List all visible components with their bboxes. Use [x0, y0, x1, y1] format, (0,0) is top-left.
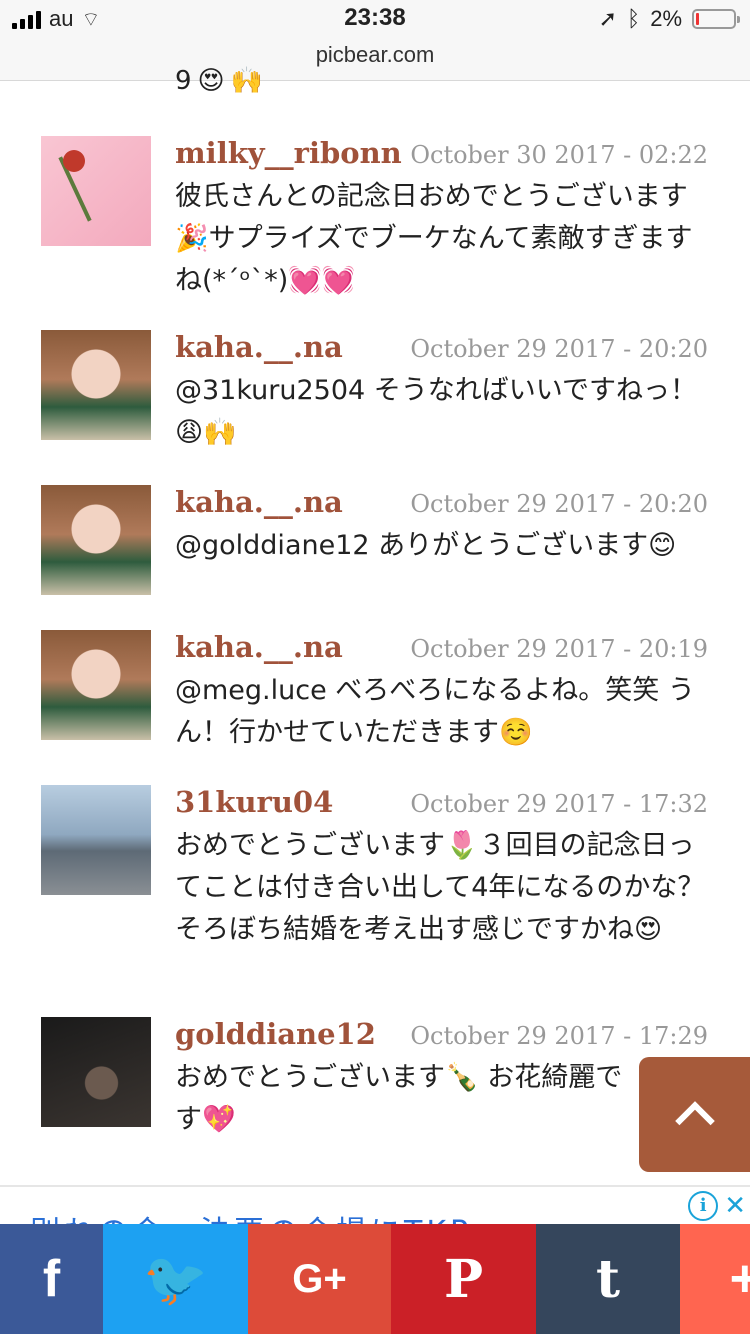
- comment-date: October 29 2017 - 17:29: [410, 1022, 708, 1050]
- scroll-to-top-button[interactable]: [639, 1057, 750, 1172]
- share-bar: f 🐦 G+ P t +: [0, 1224, 750, 1334]
- avatar[interactable]: [41, 1017, 151, 1127]
- share-facebook-button[interactable]: f: [0, 1224, 103, 1334]
- partial-comment: 9 😍 🙌: [175, 66, 263, 96]
- comment-text: おめでとうございます🌷３回目の記念日ってことは付き合い出して4年になるのかな？そ…: [175, 830, 705, 945]
- comment-date: October 29 2017 - 17:32: [410, 790, 708, 818]
- chevron-up-icon: [674, 1100, 715, 1141]
- comment-date: October 30 2017 - 02:22: [410, 141, 708, 169]
- comment-username[interactable]: golddiane12: [175, 1017, 376, 1051]
- comment-meta: golddiane12 October 29 2017 - 17:29: [175, 1017, 708, 1051]
- avatar[interactable]: [41, 330, 151, 440]
- location-icon: ➚: [598, 6, 617, 31]
- comment-text: @meg.luce べろべろになるよね。笑笑 うん！行かせていただきます☺️: [175, 675, 695, 748]
- ad-banner[interactable]: 別れの会、法要の会場にTKP i ✕: [0, 1185, 750, 1227]
- comment-meta: kaha.__.na October 29 2017 - 20:19: [175, 630, 708, 664]
- comment-text: 彼氏さんとの記念日おめでとうございます🎉サプライズでブーケなんて素敵すぎますね(…: [175, 181, 693, 296]
- raised-hands-emoji-icon: 🙌: [230, 66, 264, 96]
- twitter-icon: 🐦: [143, 1250, 208, 1309]
- battery-icon: [692, 9, 740, 29]
- comment-username[interactable]: milky__ribonn: [175, 136, 402, 170]
- facebook-icon: f: [42, 1250, 61, 1308]
- battery-percent: 2%: [650, 6, 682, 31]
- tumblr-icon: t: [595, 1248, 621, 1310]
- google-plus-icon: G+: [292, 1256, 347, 1301]
- more-share-icon: +: [729, 1250, 750, 1308]
- rose-bloom-graphic: [63, 150, 85, 172]
- share-pinterest-button[interactable]: P: [391, 1224, 536, 1334]
- avatar[interactable]: [41, 136, 151, 246]
- ad-close-icon[interactable]: ✕: [724, 1191, 746, 1221]
- comment-meta: kaha.__.na October 29 2017 - 20:20: [175, 485, 708, 519]
- comment-text: @31kuru2504 そうなればいいですねっ！😩🙌: [175, 375, 697, 448]
- ad-controls: i ✕: [688, 1191, 746, 1221]
- comment-meta: milky__ribonn October 30 2017 - 02:22: [175, 136, 708, 170]
- comment-username[interactable]: kaha.__.na: [175, 630, 343, 664]
- address-bar[interactable]: picbear.com: [0, 42, 750, 68]
- ad-info-icon[interactable]: i: [688, 1191, 719, 1221]
- browser-status-bar: au ⌔ 23:38 picbear.com ➚ ᛒ 2%: [0, 0, 750, 81]
- status-right-group: ➚ ᛒ 2%: [598, 6, 740, 32]
- comment-text: @golddiane12 ありがとうございます😊: [175, 530, 677, 561]
- comment-username[interactable]: kaha.__.na: [175, 485, 343, 519]
- comment-date: October 29 2017 - 20:19: [410, 635, 708, 663]
- comment-username[interactable]: kaha.__.na: [175, 330, 343, 364]
- comment-meta: 31kuru04 October 29 2017 - 17:32: [175, 785, 708, 819]
- pinterest-icon: P: [443, 1248, 484, 1310]
- comment-date: October 29 2017 - 20:20: [410, 490, 708, 518]
- comment-date: October 29 2017 - 20:20: [410, 335, 708, 363]
- comment-username[interactable]: 31kuru04: [175, 785, 333, 819]
- avatar[interactable]: [41, 630, 151, 740]
- bluetooth-icon: ᛒ: [627, 6, 641, 31]
- comment-text: おめでとうございます🍾 お花綺麗です💖: [175, 1062, 623, 1135]
- avatar[interactable]: [41, 485, 151, 595]
- partial-comment-text: 9: [175, 66, 192, 96]
- share-tumblr-button[interactable]: t: [536, 1224, 680, 1334]
- share-twitter-button[interactable]: 🐦: [103, 1224, 248, 1334]
- avatar[interactable]: [41, 785, 151, 895]
- heart-eyes-emoji-icon: 😍: [197, 66, 225, 96]
- comment-meta: kaha.__.na October 29 2017 - 20:20: [175, 330, 708, 364]
- share-more-button[interactable]: +: [680, 1224, 750, 1334]
- share-google-plus-button[interactable]: G+: [248, 1224, 391, 1334]
